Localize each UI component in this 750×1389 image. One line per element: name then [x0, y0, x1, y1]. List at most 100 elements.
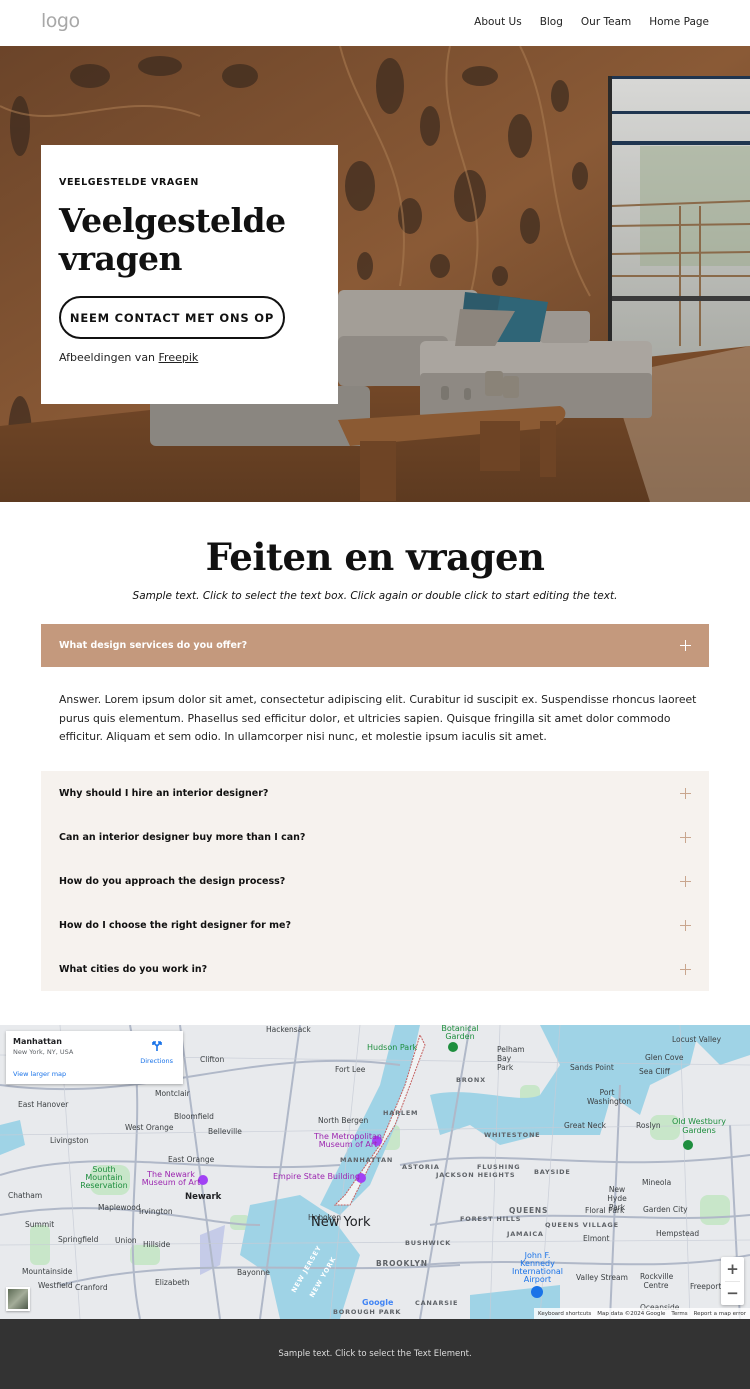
directions-icon [151, 1041, 162, 1051]
hero-card: VEELGESTELDE VRAGEN Veelgestelde vragen … [41, 145, 338, 404]
map-label: East Orange [168, 1155, 215, 1164]
map-label: BAYSIDE [534, 1168, 571, 1176]
map-label: East Hanover [18, 1100, 69, 1109]
hero-title: Veelgestelde vragen [59, 201, 286, 278]
map-label: South Mountain Reservation [80, 1165, 128, 1190]
map-attribution: Keyboard shortcuts Map data ©2024 Google… [533, 1308, 750, 1319]
map-label: JAMAICA [507, 1230, 544, 1238]
google-logo: Google [362, 1298, 394, 1307]
accordion-question: How do you approach the design process? [59, 875, 286, 887]
map-label: Empire State Building [273, 1172, 360, 1181]
accordion-item[interactable]: How do you approach the design process? [41, 859, 709, 903]
satellite-view-toggle[interactable] [6, 1287, 30, 1311]
map-label: Livingston [50, 1136, 89, 1145]
map-label: ASTORIA [402, 1163, 440, 1171]
faq-subtitle: Sample text. Click to select the text bo… [132, 590, 618, 602]
plus-icon[interactable] [680, 787, 691, 799]
accordion-item[interactable]: Why should I hire an interior designer? [41, 771, 709, 815]
map-label: Mineola [642, 1178, 672, 1187]
map-label: QUEENS VILLAGE [545, 1221, 619, 1229]
accordion-list: Why should I hire an interior designer? … [41, 771, 709, 991]
hero-eyebrow: VEELGESTELDE VRAGEN [59, 177, 199, 188]
map-label: FLUSHING [477, 1163, 521, 1171]
report-error-link[interactable]: Report a map error [694, 1311, 746, 1317]
accordion-item[interactable]: How do I choose the right designer for m… [41, 903, 709, 947]
accordion-question: What design services do you offer? [59, 640, 248, 651]
map-label: QUEENS [509, 1206, 549, 1215]
map-label: Clifton [200, 1055, 225, 1064]
map-label: Elizabeth [155, 1278, 190, 1287]
terms-link[interactable]: Terms [671, 1311, 687, 1317]
map-label: The Newark Museum of Art [141, 1170, 201, 1187]
accordion-question: Why should I hire an interior designer? [59, 787, 269, 799]
logo[interactable]: logo [41, 10, 80, 32]
map-label: Pelham Bay Park [497, 1045, 525, 1072]
map-label: FOREST HILLS [460, 1215, 522, 1223]
directions-label: Directions [140, 1057, 173, 1065]
map-label: West Orange [125, 1123, 174, 1132]
accordion-item[interactable]: Can an interior designer buy more than I… [41, 815, 709, 859]
map-info-card: Manhattan New York, NY, USA View larger … [6, 1031, 183, 1084]
nav-about-us[interactable]: About Us [474, 16, 522, 28]
map-label: Floral Park [585, 1206, 625, 1215]
zoom-out-button[interactable]: − [721, 1281, 744, 1305]
accordion-item[interactable]: What cities do you work in? [41, 947, 709, 991]
map-label: Cranford [75, 1283, 108, 1292]
map-label: The Metropolitan Museum of Art [314, 1132, 382, 1149]
plus-icon[interactable] [680, 640, 691, 651]
accordion-question: How do I choose the right designer for m… [59, 919, 291, 931]
view-larger-map-link[interactable]: View larger map [13, 1070, 66, 1078]
map-label: North Bergen [318, 1116, 369, 1125]
map-label: Locust Valley [672, 1035, 722, 1044]
map-label: JACKSON HEIGHTS [436, 1171, 516, 1179]
plus-icon[interactable] [680, 919, 691, 931]
site-header: logo About Us Blog Our Team Home Page [0, 0, 750, 46]
map-label: Fort Lee [335, 1065, 366, 1074]
zoom-in-button[interactable]: + [721, 1257, 744, 1281]
map-label: Westfield [38, 1281, 73, 1290]
map-label: BRONX [456, 1076, 486, 1084]
map-embed[interactable]: Hackensack Clifton Montclair Bloomfield … [0, 1025, 750, 1319]
map-label: Roslyn [636, 1121, 661, 1130]
map-label: Hempstead [656, 1229, 700, 1238]
plus-icon[interactable] [680, 831, 691, 843]
nav-blog[interactable]: Blog [540, 16, 563, 28]
map-label: Irvington [139, 1207, 173, 1216]
map-zoom-control: + − [721, 1257, 744, 1305]
map-label: Sea Cliff [639, 1067, 670, 1076]
map-label: BUSHWICK [405, 1239, 452, 1247]
map-label: Montclair [155, 1089, 190, 1098]
map-label: MANHATTAN [340, 1156, 394, 1164]
map-label: Bayonne [237, 1268, 270, 1277]
nav-home-page[interactable]: Home Page [649, 16, 709, 28]
keyboard-shortcuts-link[interactable]: Keyboard shortcuts [538, 1311, 591, 1317]
map-label: Sands Point [570, 1063, 614, 1072]
map-label: John F. Kennedy International Airport [511, 1251, 564, 1284]
accordion-answer: Answer. Lorem ipsum dolor sit amet, cons… [59, 693, 697, 743]
accordion-question: Can an interior designer buy more than I… [59, 831, 306, 843]
accordion-question: What cities do you work in? [59, 963, 208, 975]
map-label: CANARSIE [415, 1299, 459, 1307]
map-label: Garden City [643, 1205, 688, 1214]
plus-icon[interactable] [680, 963, 691, 975]
plus-icon[interactable] [680, 875, 691, 887]
site-footer: Sample text. Click to select the Text El… [0, 1319, 750, 1389]
map-label: Freeport [690, 1282, 722, 1291]
map-label: Maplewood [98, 1203, 141, 1212]
map-label: Hackensack [266, 1025, 311, 1034]
directions-button[interactable]: Directions [140, 1039, 173, 1065]
freepik-link[interactable]: Freepik [159, 351, 199, 364]
map-label: Elmont [583, 1234, 610, 1243]
map-label: Mountainside [22, 1267, 73, 1276]
map-label: Newark [185, 1192, 222, 1202]
map-label: Belleville [208, 1127, 242, 1136]
nav-our-team[interactable]: Our Team [581, 16, 631, 28]
map-label: Valley Stream [576, 1273, 628, 1282]
map-label: Springfield [58, 1235, 99, 1244]
map-label: WHITESTONE [484, 1131, 541, 1139]
map-label: Hillside [143, 1240, 171, 1249]
contact-button[interactable]: NEEM CONTACT MET ONS OP [59, 296, 285, 339]
accordion-item-active[interactable]: What design services do you offer? [41, 624, 709, 667]
map-data-text: Map data ©2024 Google [597, 1310, 666, 1317]
faq-title: Feiten en vragen [205, 535, 545, 579]
